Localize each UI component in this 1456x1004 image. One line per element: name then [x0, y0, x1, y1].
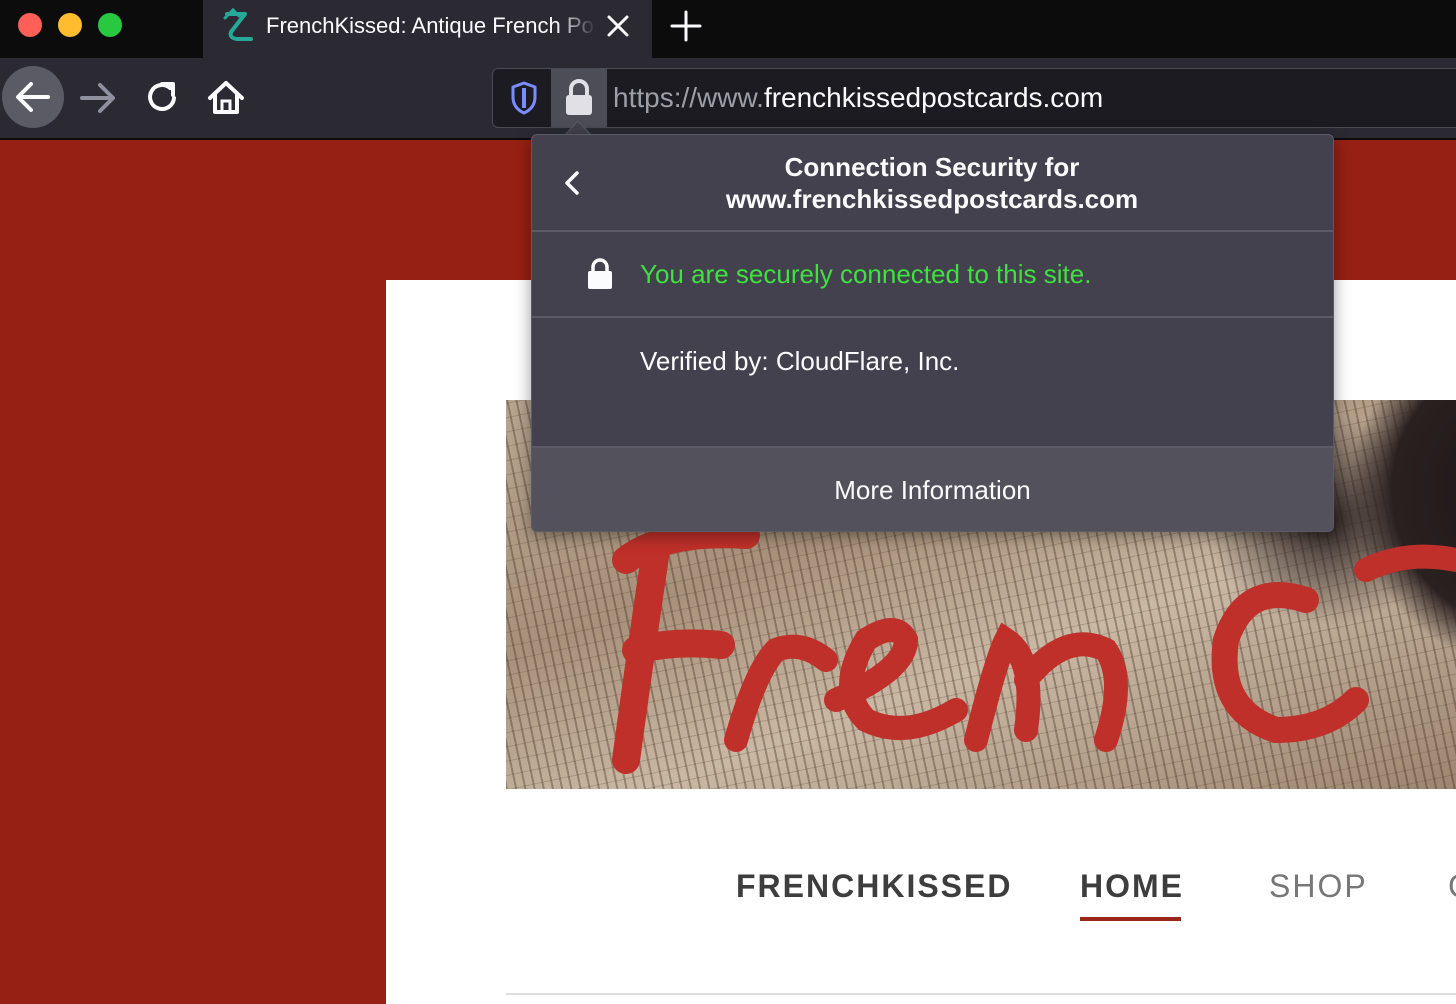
nav-shop-link[interactable]: SHOP	[1269, 868, 1368, 905]
home-icon	[208, 81, 244, 114]
plus-icon[interactable]	[668, 8, 704, 44]
site-navigation: FRENCHKISSED HOME SHOP C	[736, 868, 1456, 928]
nav-home-link[interactable]: HOME	[1080, 868, 1184, 905]
more-information-button[interactable]: More Information	[532, 448, 1333, 531]
url-host: frenchkissedpostcards.com	[763, 82, 1104, 113]
url-scheme: https://www.	[613, 82, 764, 113]
window-maximize-button[interactable]	[98, 13, 122, 37]
tracking-protection-button[interactable]	[501, 75, 547, 121]
divider	[506, 993, 1456, 995]
panel-title: Connection Security for www.frenchkissed…	[612, 151, 1252, 215]
site-favicon-icon	[223, 8, 253, 41]
lock-icon	[566, 79, 592, 115]
secure-connection-row: You are securely connected to this site.	[532, 232, 1333, 318]
nav-next-link[interactable]: C	[1448, 868, 1456, 905]
reload-icon	[148, 82, 176, 111]
arrow-left-icon	[16, 82, 50, 112]
panel-title-line1: Connection Security for	[784, 152, 1080, 182]
lock-icon	[588, 258, 612, 289]
back-button[interactable]	[2, 66, 64, 128]
navigation-toolbar: https://www.frenchkissedpostcards.com	[0, 58, 1456, 140]
tab-title: FrenchKissed: Antique French Postcards	[266, 13, 596, 38]
panel-title-line2: www.frenchkissedpostcards.com	[725, 184, 1139, 214]
site-brand-link[interactable]: FRENCHKISSED	[736, 868, 1012, 905]
title-bar: FrenchKissed: Antique French Postcards	[0, 0, 1456, 58]
window-minimize-button[interactable]	[58, 13, 82, 37]
chevron-left-icon[interactable]	[556, 163, 590, 203]
forward-button[interactable]	[76, 72, 120, 124]
secure-connection-message: You are securely connected to this site.	[640, 259, 1092, 289]
address-bar[interactable]: https://www.frenchkissedpostcards.com	[492, 68, 1456, 128]
window-close-button[interactable]	[18, 13, 42, 37]
arrow-right-icon	[80, 83, 115, 113]
url-text[interactable]: https://www.frenchkissedpostcards.com	[613, 82, 1103, 114]
shield-icon	[511, 81, 537, 115]
site-identity-button[interactable]	[551, 69, 607, 127]
active-nav-underline	[1080, 917, 1181, 921]
verified-by-text: Verified by: CloudFlare, Inc.	[640, 346, 960, 376]
connection-security-panel: Connection Security for www.frenchkissed…	[531, 134, 1334, 532]
verifier-row: Verified by: CloudFlare, Inc.	[532, 318, 1333, 448]
panel-header: Connection Security for www.frenchkissed…	[532, 135, 1333, 232]
active-tab[interactable]: FrenchKissed: Antique French Postcards	[203, 0, 652, 58]
home-button[interactable]	[204, 72, 248, 124]
more-information-label: More Information	[834, 475, 1031, 505]
close-icon[interactable]	[603, 10, 633, 42]
reload-button[interactable]	[140, 72, 184, 124]
